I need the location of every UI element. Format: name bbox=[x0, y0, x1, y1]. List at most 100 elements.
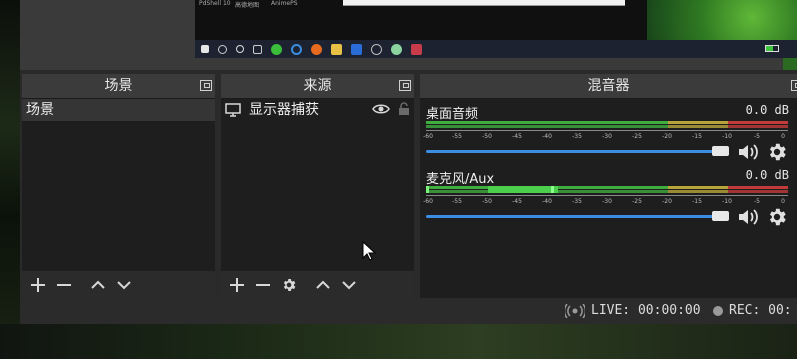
undock-icon[interactable] bbox=[399, 80, 411, 91]
search-icon bbox=[218, 44, 227, 54]
tick-label: -35 bbox=[572, 133, 582, 140]
remove-scene-button[interactable] bbox=[54, 274, 74, 296]
gear-icon[interactable] bbox=[766, 141, 788, 163]
move-scene-down-button[interactable] bbox=[114, 274, 134, 296]
meter-red-segment bbox=[728, 186, 788, 189]
meter-yellow-segment bbox=[668, 125, 728, 128]
scenes-title-label: 场景 bbox=[104, 78, 133, 94]
firefox-icon bbox=[311, 43, 322, 55]
tick-label: -45 bbox=[512, 198, 522, 205]
preview-screen[interactable]: PdShell 10 高德地图 AnimePS bbox=[195, 0, 797, 58]
tick-label: -15 bbox=[692, 133, 702, 140]
tick-label: -45 bbox=[512, 133, 522, 140]
live-timer: LIVE: 00:00:00 bbox=[591, 303, 701, 318]
plus-icon bbox=[31, 278, 45, 292]
minus-icon bbox=[256, 284, 270, 286]
move-source-down-button[interactable] bbox=[339, 274, 359, 296]
move-scene-up-button[interactable] bbox=[88, 274, 108, 296]
preview-window bbox=[343, 0, 625, 6]
tick-label: -5 bbox=[754, 133, 760, 140]
mixer-channel-desktop-audio: 桌面音频 0.0 dB -60 -55 -50 -45 -40 -35 -30 … bbox=[423, 103, 789, 163]
monitor-icon bbox=[225, 103, 241, 117]
tick-label: -60 bbox=[423, 133, 433, 140]
desktop-background-bottom bbox=[0, 324, 797, 359]
chevron-down-icon bbox=[342, 281, 356, 290]
app-icon bbox=[351, 43, 362, 55]
cortana-icon bbox=[236, 45, 244, 53]
chevron-up-icon bbox=[91, 280, 105, 289]
windows-start-icon bbox=[201, 45, 209, 53]
rec-status: REC: 00: bbox=[713, 303, 792, 318]
meter-green-segment bbox=[426, 125, 668, 128]
meter-yellow-segment bbox=[668, 190, 728, 193]
wechat-icon bbox=[271, 43, 282, 55]
lock-icon[interactable] bbox=[398, 102, 410, 116]
tick-label: -50 bbox=[482, 198, 492, 205]
mixer-title: 混音器 bbox=[420, 74, 797, 99]
tick-label: -5 bbox=[754, 198, 760, 205]
chevron-up-icon bbox=[316, 280, 330, 289]
browser-icon bbox=[291, 43, 302, 55]
plus-icon bbox=[230, 278, 244, 292]
record-dot-icon bbox=[713, 305, 723, 316]
move-source-up-button[interactable] bbox=[313, 274, 333, 296]
scenes-title: 场景 bbox=[22, 74, 215, 99]
tick-label: -30 bbox=[602, 133, 612, 140]
scene-list-item[interactable]: 场景 bbox=[22, 99, 215, 121]
mixer-panel: 混音器 桌面音频 0.0 dB -60 -55 -50 -45 -40 -35 … bbox=[420, 74, 797, 299]
status-bar: LIVE: 00:00:00 REC: 00: bbox=[20, 298, 797, 324]
tick-label: -20 bbox=[662, 198, 672, 205]
scenes-list[interactable]: 场景 bbox=[22, 99, 215, 271]
meter-ticks: -60 -55 -50 -45 -40 -35 -30 -25 -20 -15 … bbox=[423, 195, 788, 207]
tick-label: -25 bbox=[632, 133, 642, 140]
preview-label-left: PdShell 10 bbox=[199, 0, 231, 7]
tick-label: -10 bbox=[722, 198, 732, 205]
gear-icon[interactable] bbox=[766, 206, 788, 228]
sources-title: 来源 bbox=[221, 74, 414, 99]
tick-label: -55 bbox=[452, 198, 462, 205]
sources-toolbar bbox=[221, 271, 414, 299]
source-list-item[interactable]: 显示器捕获 bbox=[221, 99, 414, 121]
minus-icon bbox=[57, 284, 71, 286]
tick-label: -10 bbox=[722, 133, 732, 140]
meter-level-segment bbox=[488, 186, 558, 193]
volume-meter bbox=[426, 186, 788, 194]
battery-icon bbox=[765, 45, 779, 52]
tick-label: -25 bbox=[632, 198, 642, 205]
undock-icon[interactable] bbox=[200, 80, 212, 91]
tick-label: -35 bbox=[572, 198, 582, 205]
tick-label: 0 bbox=[781, 133, 785, 140]
tick-label: 0 bbox=[781, 198, 785, 205]
undock-icon[interactable] bbox=[791, 80, 797, 91]
mouse-cursor-icon bbox=[362, 241, 376, 261]
sources-list[interactable]: 显示器捕获 bbox=[221, 99, 414, 271]
volume-slider-track[interactable] bbox=[426, 215, 720, 218]
eye-icon[interactable] bbox=[372, 102, 390, 116]
source-label: 显示器捕获 bbox=[249, 102, 319, 118]
chevron-down-icon bbox=[117, 281, 131, 290]
obs-icon bbox=[371, 43, 382, 55]
tick-label: -50 bbox=[482, 133, 492, 140]
volume-slider-thumb[interactable] bbox=[712, 146, 729, 156]
rec-timer: REC: 00: bbox=[729, 303, 792, 318]
meter-red-segment bbox=[728, 190, 788, 193]
tick-label: -60 bbox=[423, 198, 433, 205]
volume-slider-thumb[interactable] bbox=[712, 211, 729, 221]
speaker-icon[interactable] bbox=[737, 207, 761, 227]
folder-icon bbox=[331, 43, 342, 55]
meter-red-segment bbox=[728, 121, 788, 124]
channel-name: 桌面音频 bbox=[426, 107, 479, 122]
meter-green-segment bbox=[426, 121, 668, 124]
remove-source-button[interactable] bbox=[253, 274, 273, 296]
source-properties-button[interactable] bbox=[279, 274, 299, 296]
preview-label-mid: 高德地图 bbox=[235, 2, 260, 9]
add-source-button[interactable] bbox=[227, 274, 247, 296]
meter-yellow-segment bbox=[668, 186, 728, 189]
tick-label: -30 bbox=[602, 198, 612, 205]
add-scene-button[interactable] bbox=[28, 274, 48, 296]
tick-label: -20 bbox=[662, 133, 672, 140]
speaker-icon[interactable] bbox=[737, 142, 761, 162]
app2-icon bbox=[391, 43, 402, 55]
volume-slider-track[interactable] bbox=[426, 150, 720, 153]
scenes-panel: 场景 场景 bbox=[22, 74, 215, 299]
